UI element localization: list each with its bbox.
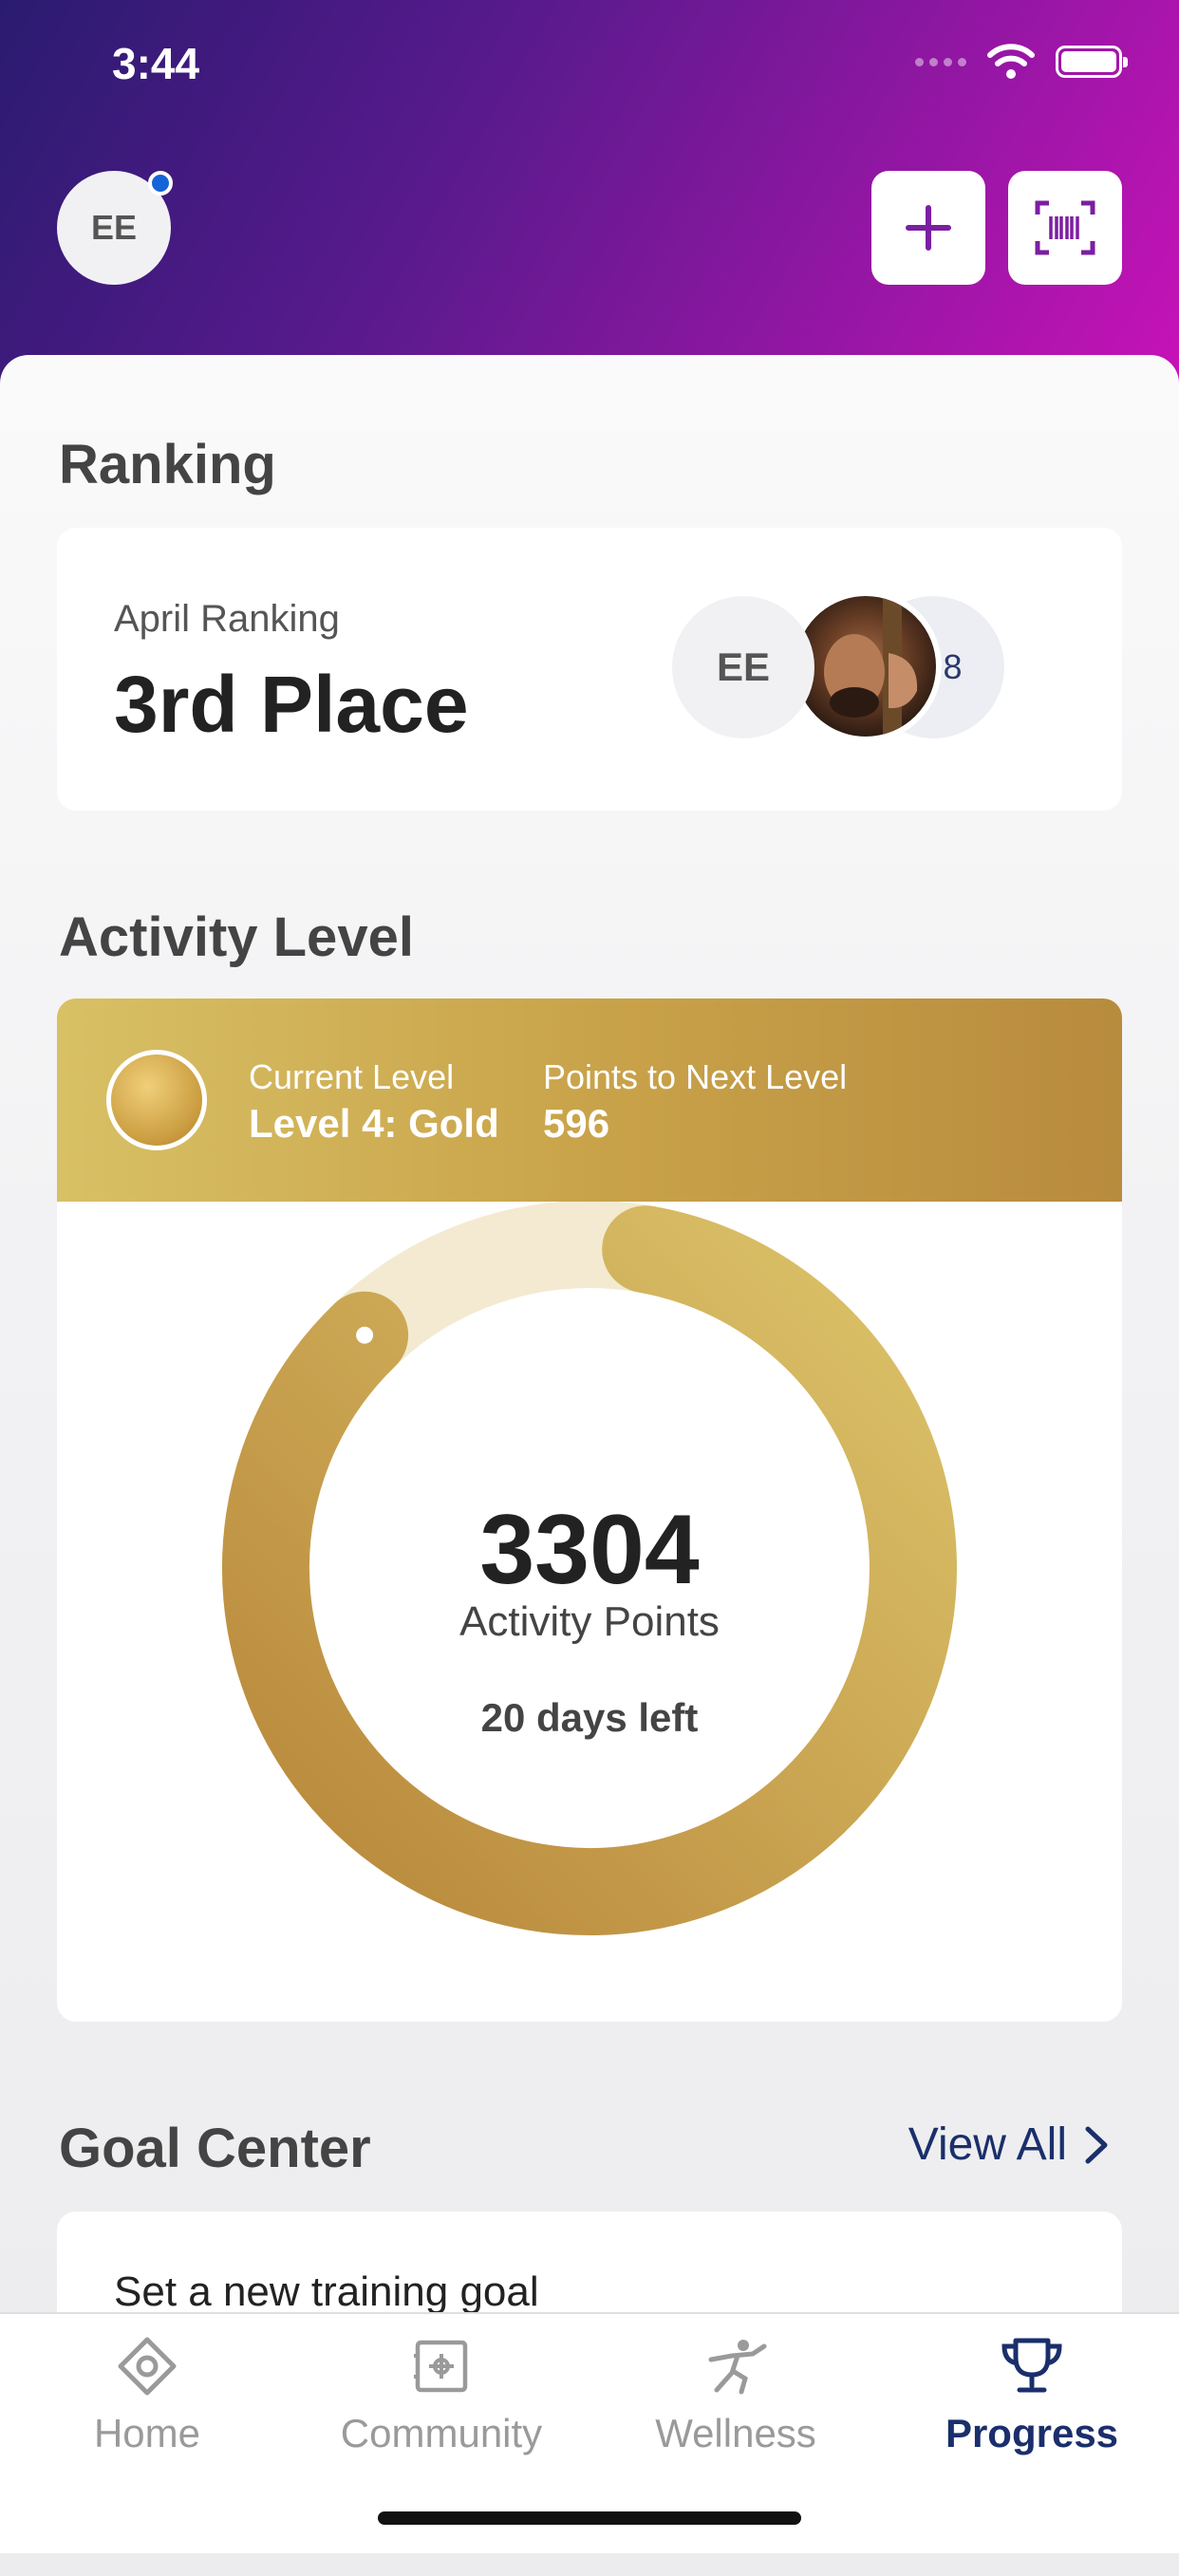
tab-home-label: Home: [93, 2411, 201, 2455]
tab-progress-label: Progress: [945, 2411, 1119, 2455]
activity-points-label: Activity Points: [459, 1598, 720, 1645]
tab-progress[interactable]: Progress: [885, 2333, 1179, 2456]
view-all-link[interactable]: View All: [908, 2119, 1109, 2171]
wifi-icon: [987, 44, 1035, 79]
wellness-icon: [708, 2340, 767, 2395]
add-button[interactable]: [871, 171, 985, 285]
activity-card[interactable]: Current Level Level 4: Gold Points to Ne…: [57, 999, 1122, 2022]
days-left: 20 days left: [480, 1695, 699, 1740]
community-icon: [414, 2340, 468, 2393]
gold-medal-icon: [106, 1050, 207, 1150]
goal-item-text: Set a new training goal: [114, 2268, 539, 2315]
goal-center-title: Goal Center: [59, 2118, 371, 2179]
tab-home[interactable]: Home: [0, 2333, 294, 2456]
profile-avatar-initials: EE: [90, 208, 138, 247]
notification-dot: [148, 171, 173, 196]
next-level-label: Points to Next Level: [543, 1057, 848, 1096]
next-level-value: 596: [543, 1101, 610, 1146]
ranking-period: April Ranking: [114, 598, 340, 640]
home-icon: [118, 2337, 177, 2396]
profile-avatar[interactable]: EE: [57, 171, 173, 285]
activity-points-value: 3304: [479, 1495, 700, 1605]
trophy-icon: [1001, 2338, 1062, 2393]
scan-button[interactable]: [1008, 171, 1122, 285]
barcode-scan-icon: [1035, 200, 1095, 255]
battery-icon: [1056, 46, 1128, 78]
ranking-user-avatar: EE: [672, 596, 814, 738]
current-level-value: Level 4: Gold: [249, 1101, 499, 1146]
plus-icon: [906, 205, 951, 251]
level-band: Current Level Level 4: Gold Points to Ne…: [57, 999, 1122, 1202]
tab-community[interactable]: Community: [294, 2333, 589, 2456]
progress-end-dot: [356, 1326, 374, 1344]
tab-wellness-label: Wellness: [655, 2411, 816, 2455]
person-photo: [824, 596, 918, 737]
signal-icon: [915, 57, 966, 66]
view-all-label: View All: [908, 2119, 1067, 2170]
ranking-place: 3rd Place: [114, 660, 469, 749]
status-time: 3:44: [112, 39, 200, 88]
status-icons: [915, 44, 1128, 80]
ranking-card[interactable]: April Ranking 3rd Place +8 EE: [57, 528, 1122, 811]
current-level-label: Current Level: [249, 1057, 455, 1096]
activity-title: Activity Level: [59, 906, 414, 968]
ranking-title: Ranking: [59, 434, 276, 495]
chevron-right-icon: [1085, 2126, 1108, 2163]
ranking-user-initials: EE: [716, 644, 771, 689]
tab-community-label: Community: [340, 2411, 543, 2455]
home-indicator: [378, 2511, 801, 2525]
tab-wellness[interactable]: Wellness: [589, 2333, 883, 2456]
